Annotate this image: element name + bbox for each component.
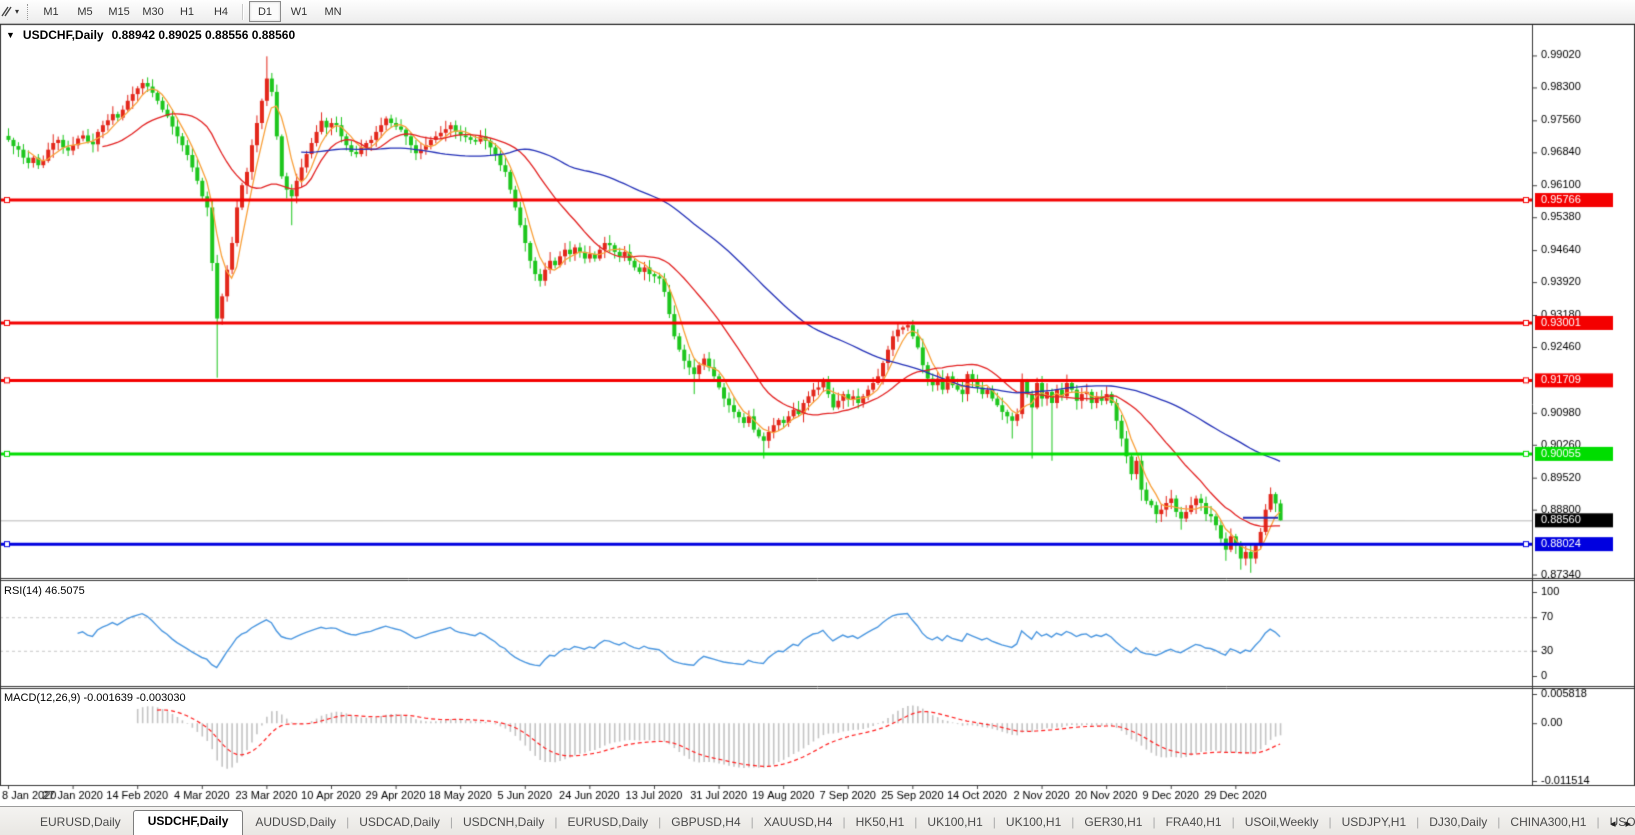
- chart-tab-uk100-h1[interactable]: UK100,H1: [917, 811, 992, 835]
- chart-canvas[interactable]: [0, 24, 1635, 806]
- chart-tab-usdjpy-h1[interactable]: USDJPY,H1: [1332, 811, 1416, 835]
- timeframe-button-d1[interactable]: D1: [249, 1, 282, 22]
- chevron-down-icon[interactable]: ▾: [15, 7, 19, 16]
- chart-title: ▼ USDCHF,Daily 0.88942 0.89025 0.88556 0…: [6, 28, 295, 42]
- chart-tab-fra40-h1[interactable]: FRA40,H1: [1156, 811, 1232, 835]
- timeframe-button-m1[interactable]: M1: [35, 1, 67, 22]
- timeframe-button-mn[interactable]: MN: [317, 1, 349, 22]
- toolbar-grip: [27, 3, 29, 20]
- toolbar-separator: [242, 3, 245, 20]
- chart-tab-ger30-h1[interactable]: GER30,H1: [1074, 811, 1152, 835]
- chart-tab-xauusd-h4[interactable]: XAUUSD,H4: [754, 811, 843, 835]
- top-toolbar: ▾ M1 M5 M15 M30 H1 H4 D1 W1 MN: [0, 0, 1635, 24]
- timeframe-button-h4[interactable]: H4: [205, 1, 237, 22]
- chart-tab-dj30-daily[interactable]: DJ30,Daily: [1419, 811, 1497, 835]
- chart-tab-china300-h1[interactable]: CHINA300,H1: [1500, 811, 1596, 835]
- chart-tool-icon: [0, 5, 13, 18]
- chart-tab-usoil-weekly[interactable]: USOil,Weekly: [1235, 811, 1329, 835]
- chart-tool-button[interactable]: ▾: [0, 0, 23, 23]
- macd-indicator-label: MACD(12,26,9) -0.001639 -0.003030: [4, 692, 186, 704]
- chart-symbol-period: USDCHF,Daily: [22, 28, 104, 42]
- chart-window: ▼ USDCHF,Daily 0.88942 0.89025 0.88556 0…: [0, 24, 1635, 806]
- timeframe-button-h1[interactable]: H1: [171, 1, 203, 22]
- chart-tab-bar: EURUSD,Daily USDCHF,Daily AUDUSD,Daily | USD…: [0, 806, 1635, 835]
- chart-tab-hk50-h1[interactable]: HK50,H1: [846, 811, 915, 835]
- chart-tab-usdcnh-daily[interactable]: USDCNH,Daily: [453, 811, 554, 835]
- timeframe-button-m15[interactable]: M15: [103, 1, 135, 22]
- chart-tab-uk100-h1[interactable]: UK100,H1: [996, 811, 1071, 835]
- tab-scroll-right-icon[interactable]: ▸: [1625, 817, 1631, 830]
- timeframe-button-m5[interactable]: M5: [69, 1, 101, 22]
- chart-tab-audusd-daily[interactable]: AUDUSD,Daily: [245, 811, 346, 835]
- chart-ohlc-values: 0.88942 0.89025 0.88556 0.88560: [111, 28, 296, 42]
- collapse-icon[interactable]: ▼: [6, 30, 15, 40]
- chart-tab-gbpusd-h4[interactable]: GBPUSD,H4: [661, 811, 750, 835]
- chart-tab-usdcad-daily[interactable]: USDCAD,Daily: [349, 811, 450, 835]
- chart-tab-eurusd-daily[interactable]: EURUSD,Daily: [30, 811, 131, 835]
- rsi-indicator-label: RSI(14) 46.5075: [4, 585, 85, 597]
- timeframe-button-w1[interactable]: W1: [283, 1, 315, 22]
- chart-tab-usdchf-daily[interactable]: USDCHF,Daily: [132, 810, 244, 835]
- chart-tab-eurusd-daily[interactable]: EURUSD,Daily: [557, 811, 658, 835]
- timeframe-button-m30[interactable]: M30: [137, 1, 169, 22]
- tab-scroll-left-icon[interactable]: ◂: [1610, 817, 1616, 830]
